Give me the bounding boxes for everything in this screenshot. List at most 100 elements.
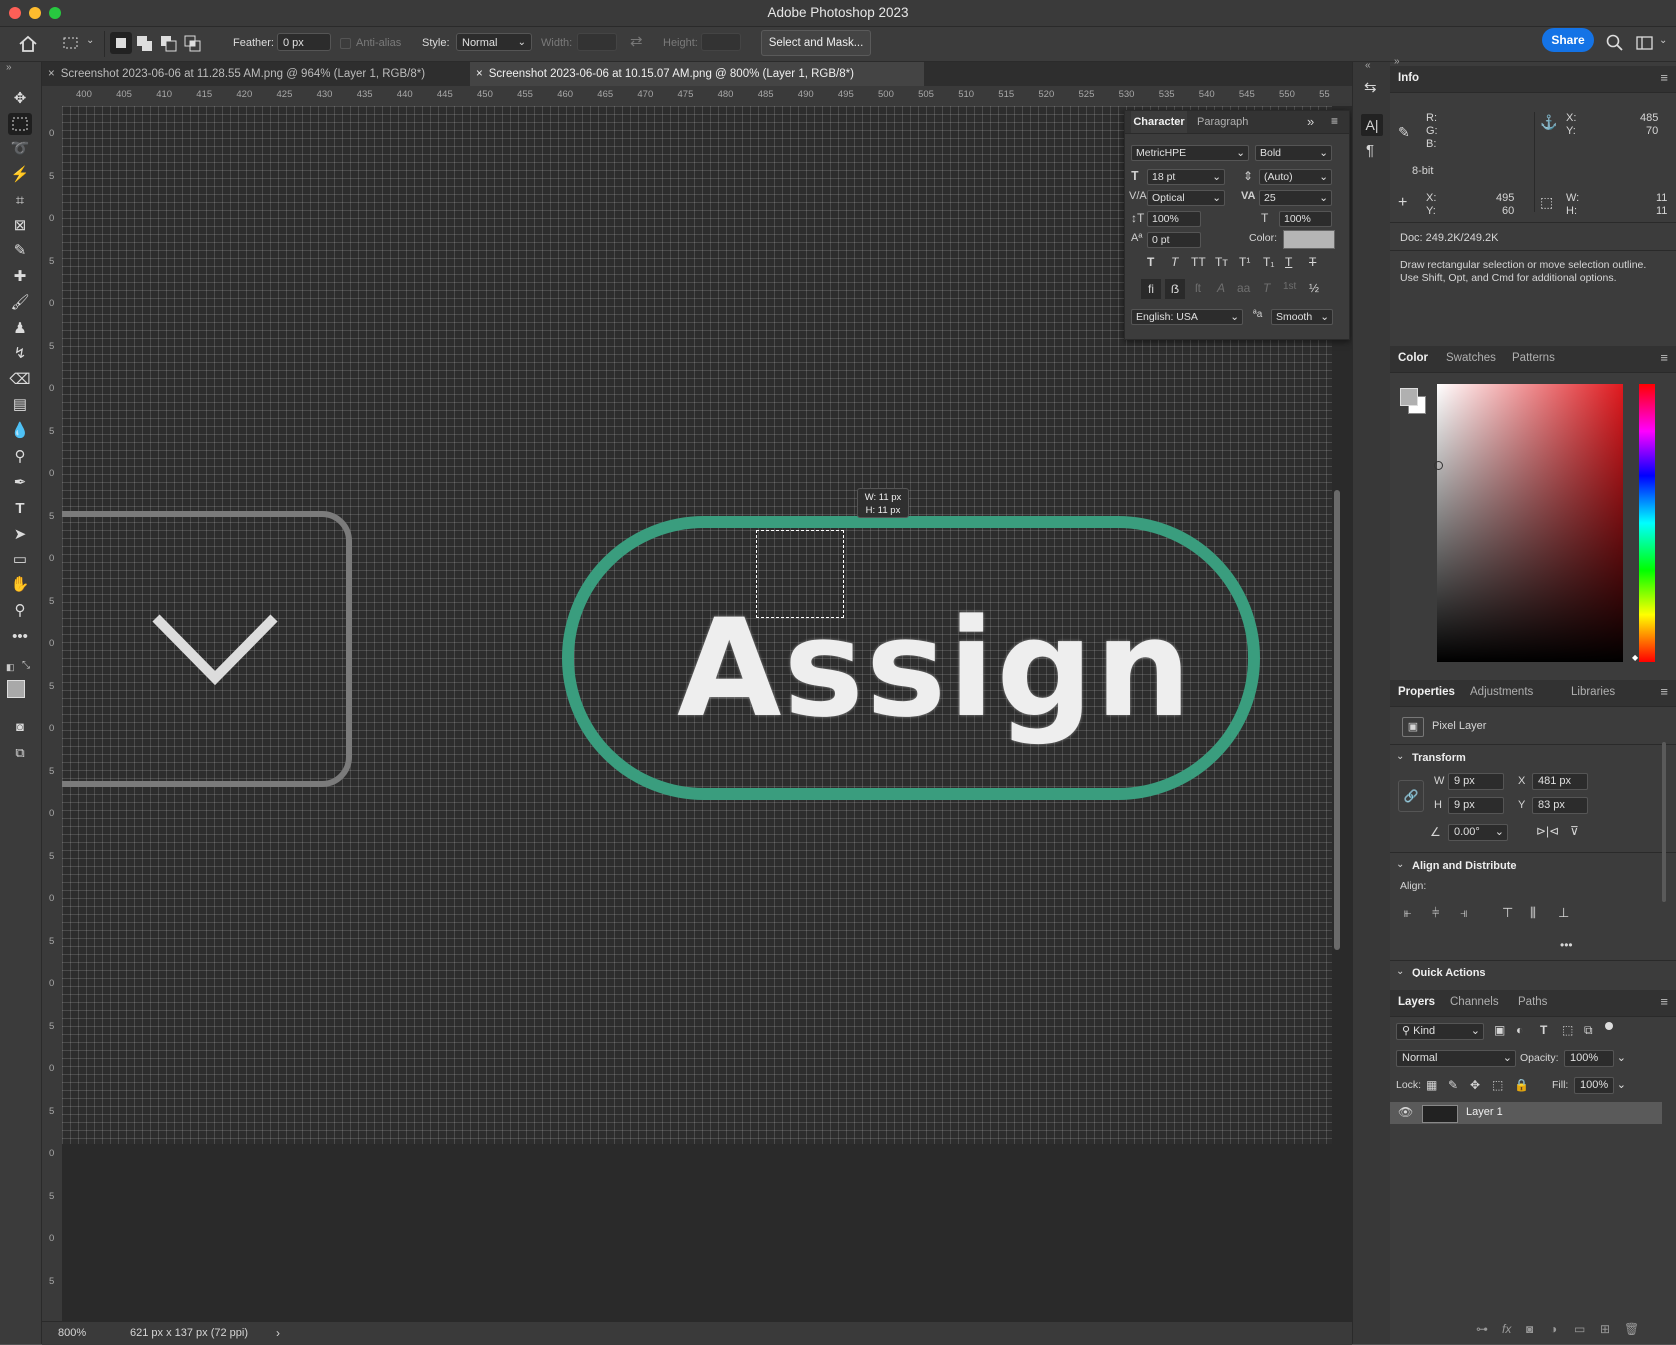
delete-layer-icon[interactable]: 🗑 [1624, 1322, 1639, 1336]
tab-adjustments[interactable]: Adjustments [1470, 686, 1533, 698]
screen-mode-icon[interactable]: ⧉ [8, 742, 32, 764]
zoom-level[interactable]: 800% [58, 1327, 86, 1339]
layer-name[interactable]: Layer 1 [1466, 1106, 1503, 1118]
new-selection-button[interactable] [110, 32, 132, 54]
align-bottom-icon[interactable]: ⊥ [1558, 905, 1569, 921]
eye-icon[interactable]: 👁 [1398, 1105, 1413, 1119]
pen-tool-icon[interactable]: ✒ [8, 472, 32, 494]
underline-icon[interactable]: T [1285, 255, 1292, 269]
strikethrough-icon[interactable]: T [1309, 255, 1316, 269]
fractions-icon[interactable]: ½ [1309, 281, 1319, 295]
lock-all-icon[interactable]: 🔒 [1514, 1078, 1529, 1092]
anti-aliasing-select[interactable]: Smooth ⌄ [1271, 309, 1333, 325]
expand-panel-icon[interactable]: » [1307, 114, 1314, 129]
healing-brush-tool-icon[interactable]: ✚ [8, 266, 32, 288]
flip-vertical-icon[interactable]: ⊽ [1570, 824, 1579, 838]
quick-mask-icon[interactable]: ◙ [8, 716, 32, 738]
font-size-select[interactable]: 18 pt ⌄ [1147, 169, 1225, 185]
close-icon[interactable]: × [476, 68, 483, 80]
foreground-color-swatch[interactable] [7, 680, 25, 698]
more-tools-icon[interactable]: ••• [8, 626, 32, 648]
subscript-icon[interactable]: T₁ [1263, 255, 1274, 269]
paragraph-panel-icon[interactable]: ¶ [1366, 142, 1374, 159]
tab-properties[interactable]: Properties [1398, 686, 1455, 698]
filter-smart-object-icon[interactable]: ⧉ [1584, 1023, 1593, 1038]
tab-info[interactable]: Info [1398, 72, 1419, 84]
properties-scrollbar[interactable] [1662, 742, 1666, 902]
tracking-select[interactable]: 25 ⌄ [1259, 190, 1332, 206]
style-select[interactable]: Normal ⌄ [456, 33, 532, 51]
collapse-icons-icon[interactable]: « [1365, 60, 1371, 71]
foreground-color-swatch[interactable] [1400, 388, 1418, 406]
swap-colors-icon[interactable]: ⤡ [22, 660, 30, 671]
filter-adjustment-icon[interactable]: ◐ [1516, 1023, 1523, 1037]
tab-paths[interactable]: Paths [1518, 996, 1547, 1008]
vertical-scale-input[interactable]: 100% [1147, 211, 1201, 227]
fill-input[interactable]: 100% ⌄ [1574, 1077, 1626, 1094]
tab-paragraph[interactable]: Paragraph [1197, 116, 1248, 128]
default-colors-icon[interactable]: ◧ [6, 662, 15, 673]
chevron-down-icon[interactable]: ⌄ [86, 35, 94, 46]
history-brush-tool-icon[interactable]: ↯ [8, 343, 32, 365]
add-mask-icon[interactable]: ◙ [1526, 1322, 1533, 1336]
align-section-title[interactable]: Align and Distribute [1412, 860, 1517, 872]
superscript-icon[interactable]: T¹ [1239, 255, 1250, 269]
layer-row[interactable]: 👁 Layer 1 [1390, 1102, 1662, 1124]
clone-stamp-tool-icon[interactable]: ♟ [8, 318, 32, 340]
filter-toggle-icon[interactable] [1605, 1022, 1613, 1030]
eyedropper-tool-icon[interactable]: ✎ [8, 240, 32, 262]
rotation-angle-select[interactable]: 0.00° ⌄ [1448, 824, 1508, 841]
link-layers-icon[interactable]: ⊶ [1476, 1322, 1488, 1336]
align-right-icon[interactable]: ⫣ [1460, 905, 1468, 921]
history-panel-icon[interactable]: ⇆ [1364, 78, 1377, 96]
hue-slider-thumb[interactable]: ◆ [1632, 653, 1638, 662]
small-caps-icon[interactable]: Tт [1215, 255, 1228, 269]
eraser-tool-icon[interactable]: ⌫ [8, 369, 32, 391]
hand-tool-icon[interactable]: ✋ [8, 574, 32, 596]
panel-menu-icon[interactable]: ≡ [1660, 350, 1668, 365]
home-icon[interactable] [18, 35, 38, 53]
tab-layers[interactable]: Layers [1398, 996, 1435, 1008]
filter-type-icon[interactable]: T [1540, 1023, 1547, 1037]
document-size[interactable]: 621 px x 137 px (72 ppi) [130, 1327, 248, 1339]
layer-style-icon[interactable]: fx [1502, 1322, 1511, 1336]
marquee-preset-icon[interactable] [62, 35, 80, 51]
vertical-scrollbar[interactable] [1334, 490, 1340, 950]
tab-patterns[interactable]: Patterns [1512, 352, 1555, 364]
text-color-swatch[interactable] [1283, 230, 1335, 249]
faux-italic-icon[interactable]: T [1171, 255, 1178, 269]
lock-position-icon[interactable]: ✥ [1470, 1078, 1480, 1092]
font-family-select[interactable]: MetricHPE ⌄ [1131, 145, 1249, 161]
add-to-selection-icon[interactable] [136, 35, 154, 53]
align-top-icon[interactable]: ⊤ [1502, 905, 1513, 921]
chevron-down-icon[interactable]: ⌄ [1659, 35, 1667, 46]
language-select[interactable]: English: USA ⌄ [1131, 309, 1243, 325]
new-group-icon[interactable]: ▭ [1574, 1322, 1585, 1336]
collapse-toolbar-icon[interactable]: » [6, 62, 12, 73]
brush-tool-icon[interactable]: 🖌 [8, 292, 32, 314]
character-panel-icon[interactable]: A| [1361, 114, 1383, 136]
rectangular-marquee-tool-icon[interactable] [8, 113, 32, 135]
tab-character[interactable]: Character [1131, 111, 1187, 133]
lasso-tool-icon[interactable]: ➰ [8, 138, 32, 160]
chevron-down-icon[interactable]: ⌄ [1396, 859, 1404, 870]
flip-horizontal-icon[interactable]: ⊳|⊲ [1536, 824, 1559, 838]
chevron-down-icon[interactable]: ⌄ [1396, 966, 1404, 977]
panel-menu-icon[interactable]: ≡ [1660, 994, 1668, 1009]
tab-channels[interactable]: Channels [1450, 996, 1499, 1008]
panel-menu-icon[interactable]: ≡ [1660, 684, 1668, 699]
faux-bold-icon[interactable]: T [1147, 255, 1154, 269]
transform-height-input[interactable]: 9 px [1448, 797, 1504, 814]
lock-artboard-icon[interactable]: ⬚ [1492, 1078, 1503, 1092]
dodge-tool-icon[interactable]: ⚲ [8, 446, 32, 468]
path-selection-tool-icon[interactable]: ➤ [8, 524, 32, 546]
discretionary-ligatures-icon[interactable]: ẞ [1165, 279, 1185, 299]
panel-menu-icon[interactable]: ≡ [1660, 70, 1668, 85]
color-picker-field[interactable] [1437, 384, 1623, 662]
document-tab[interactable]: × Screenshot 2023-06-06 at 11.28.55 AM.pn… [42, 62, 468, 86]
transform-section-title[interactable]: Transform [1412, 752, 1466, 764]
subtract-from-selection-icon[interactable] [160, 35, 178, 53]
lock-transparency-icon[interactable]: ▦ [1426, 1078, 1437, 1092]
chevron-down-icon[interactable]: ⌄ [1396, 751, 1404, 762]
kerning-select[interactable]: Optical ⌄ [1147, 190, 1225, 206]
